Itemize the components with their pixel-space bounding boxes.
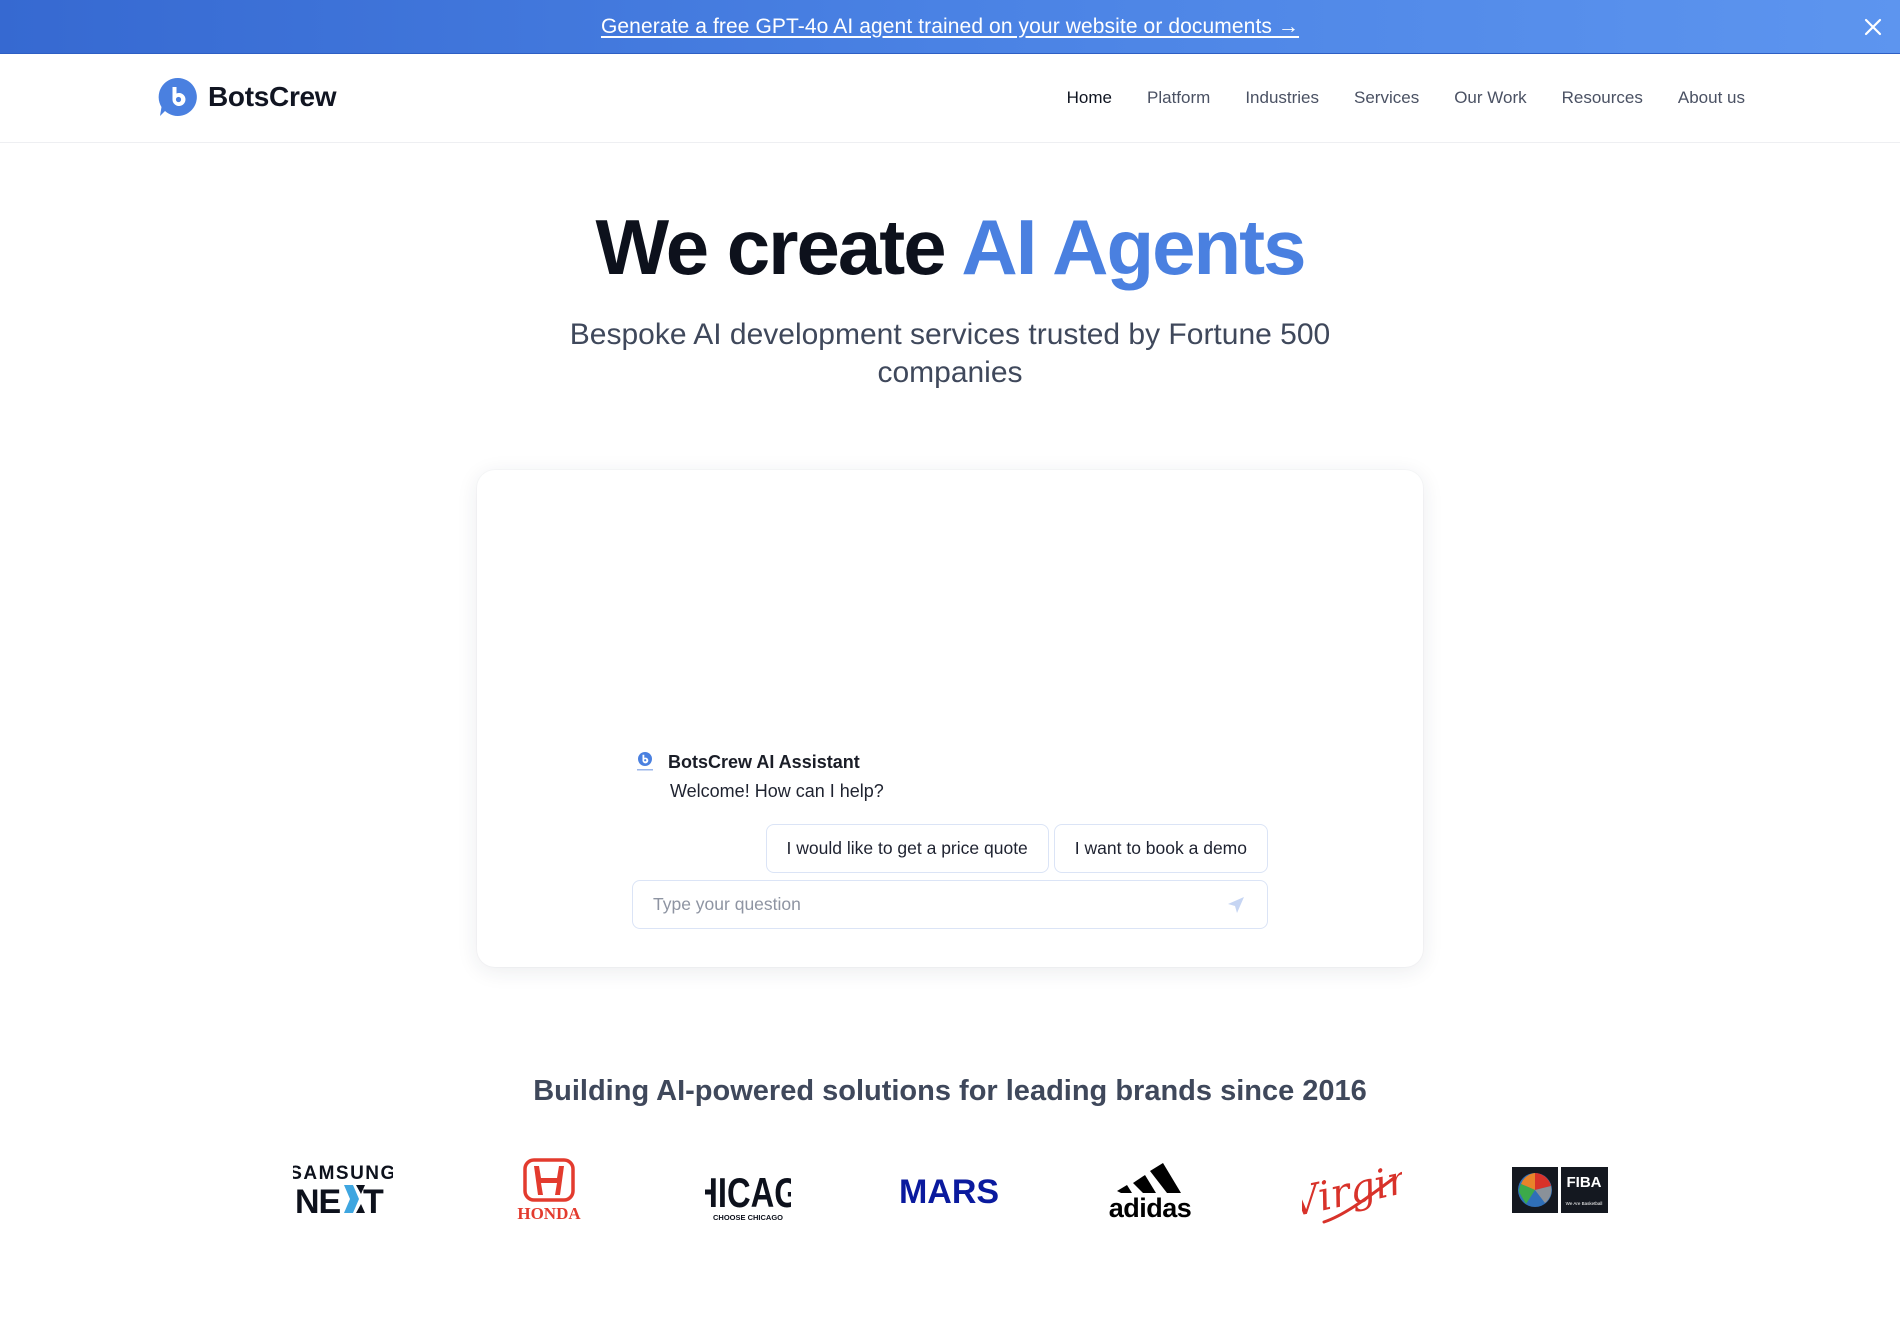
chicago-wordmark: cHICAGo <box>705 1169 791 1216</box>
quick-reply-price-quote[interactable]: I would like to get a price quote <box>765 824 1049 873</box>
svg-text:NE: NE <box>295 1183 341 1218</box>
quick-replies: I would like to get a price quote I want… <box>765 824 1268 873</box>
promo-banner: Generate a free GPT-4o AI agent trained … <box>0 0 1900 54</box>
assistant-header: BotsCrew AI Assistant <box>636 751 860 773</box>
close-icon <box>1864 18 1882 36</box>
nav-item-home[interactable]: Home <box>1067 88 1112 108</box>
nav-item-industries[interactable]: Industries <box>1245 88 1319 108</box>
nav-item-services[interactable]: Services <box>1354 88 1419 108</box>
honda-wordmark: HONDA <box>517 1204 581 1222</box>
honda-logo-icon: HONDA <box>517 1158 581 1222</box>
chat-question-input[interactable] <box>653 894 1225 915</box>
mars-logo-icon: MARS <box>900 1173 998 1210</box>
fiba-logo-icon: FIBA We Are Basketball <box>1512 1167 1608 1213</box>
fiba-tagline: We Are Basketball <box>1566 1201 1603 1206</box>
svg-text:T: T <box>363 1183 384 1218</box>
banner-close-button[interactable] <box>1860 14 1886 40</box>
chat-input-container <box>632 880 1268 929</box>
top-navigation: BotsCrew Home Platform Industries Servic… <box>0 54 1900 143</box>
logo-virgin: Virgin <box>1302 1140 1402 1240</box>
samsung-next-logo-icon: SAMSUNG NE T <box>293 1163 393 1218</box>
logo-choose-chicago: cHICAGo CHOOSE CHICAGO <box>705 1140 791 1240</box>
nav-item-our-work[interactable]: Our Work <box>1454 88 1526 108</box>
adidas-logo-icon: adidas <box>1109 1163 1192 1221</box>
logo-samsung-next: SAMSUNG NE T <box>293 1140 393 1240</box>
nav-item-about-us[interactable]: About us <box>1678 88 1745 108</box>
fiba-wordmark: FIBA <box>1567 1174 1602 1191</box>
chat-widget: BotsCrew AI Assistant Welcome! How can I… <box>477 470 1423 967</box>
botscrew-logo-icon <box>158 77 197 116</box>
brand-logos: SAMSUNG NE T HONDA cHICAGo CHOOSE CHICAG… <box>0 1140 1900 1240</box>
logo-honda: HONDA <box>500 1140 598 1240</box>
nav-item-platform[interactable]: Platform <box>1147 88 1210 108</box>
assistant-name: BotsCrew AI Assistant <box>668 751 860 772</box>
logo-mars: MARS <box>900 1140 998 1240</box>
chicago-logo-icon: cHICAGo CHOOSE CHICAGO <box>705 1169 791 1222</box>
welcome-message: Welcome! How can I help? <box>670 781 884 801</box>
hero-title: We create AI Agents <box>0 208 1900 286</box>
virgin-logo-icon: Virgin <box>1302 1156 1402 1227</box>
quick-reply-book-demo[interactable]: I want to book a demo <box>1053 824 1268 873</box>
send-button[interactable] <box>1225 894 1247 916</box>
hero-title-plain: We create <box>595 203 962 291</box>
logo-text: BotsCrew <box>208 81 337 112</box>
logo-adidas: adidas <box>1105 1140 1195 1240</box>
mars-wordmark: MARS <box>900 1173 998 1210</box>
brands-heading: Building AI-powered solutions for leadin… <box>533 1075 1367 1107</box>
promo-banner-link[interactable]: Generate a free GPT-4o AI agent trained … <box>601 15 1299 39</box>
chicago-tagline: CHOOSE CHICAGO <box>713 1213 783 1222</box>
logo-fiba: FIBA We Are Basketball <box>1512 1140 1608 1240</box>
adidas-wordmark: adidas <box>1109 1193 1192 1221</box>
hero-subtitle: Bespoke AI development services trusted … <box>569 318 1331 389</box>
logo[interactable]: BotsCrew <box>157 76 337 118</box>
assistant-avatar-icon <box>637 752 653 771</box>
nav-menu: Home Platform Industries Services Our Wo… <box>1067 54 1745 142</box>
virgin-wordmark: Virgin <box>1302 1156 1402 1227</box>
nav-item-resources[interactable]: Resources <box>1562 88 1643 108</box>
send-icon <box>1228 896 1244 913</box>
samsung-next-line1: SAMSUNG <box>293 1163 393 1184</box>
hero-title-accent: AI Agents <box>961 203 1306 291</box>
